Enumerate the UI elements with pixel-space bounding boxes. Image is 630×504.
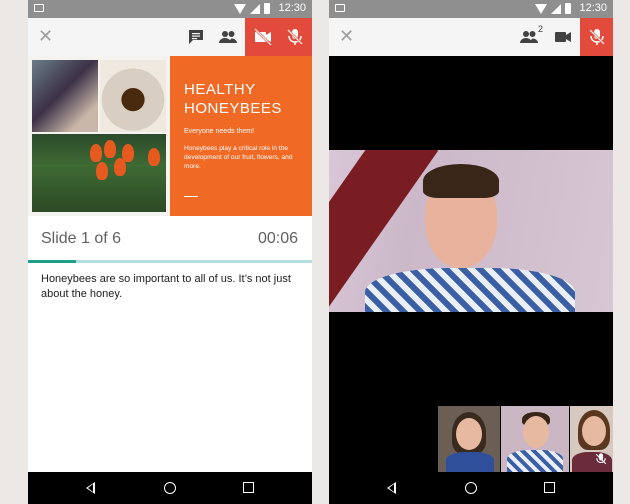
participant-thumbnail-3[interactable]: [570, 406, 613, 472]
participants-count-badge: 2: [538, 24, 544, 34]
muted-controls: [580, 18, 613, 56]
status-bar: 12:30: [329, 0, 613, 18]
home-icon[interactable]: [164, 482, 176, 494]
slide-divider: [184, 196, 198, 197]
close-icon[interactable]: ✕: [339, 26, 354, 46]
slide-photo-collage: [28, 56, 170, 216]
people-icon[interactable]: [519, 27, 539, 47]
presentation-timer: 00:06: [257, 230, 298, 247]
slide-text-panel: HEALTHY HONEYBEES Everyone needs them! H…: [170, 56, 312, 216]
status-time: 12:30: [278, 2, 306, 14]
back-icon[interactable]: [387, 482, 396, 494]
mic-off-icon[interactable]: [587, 27, 607, 47]
mic-off-icon: [595, 453, 607, 465]
speaker-notes: Honeybees are so important to all of us.…: [41, 273, 291, 300]
videocam-icon[interactable]: [553, 27, 573, 47]
grapes-photo: [32, 60, 98, 132]
slide-subtitle: Everyone needs them!: [184, 128, 255, 135]
status-bar: 12:30: [28, 0, 312, 18]
android-nav-bar: [329, 472, 613, 504]
battery-icon: [565, 3, 571, 14]
battery-icon: [264, 3, 270, 14]
back-icon[interactable]: [86, 482, 95, 494]
slide-preview: HEALTHY HONEYBEES Everyone needs them! H…: [28, 56, 312, 216]
presentation-phone: 12:30 ✕ HEALTHY HONEYBEES Everyone needs…: [28, 0, 312, 504]
recent-apps-icon[interactable]: [243, 482, 254, 493]
android-nav-bar: [28, 472, 312, 504]
muted-controls: [245, 18, 312, 56]
chat-icon[interactable]: [186, 27, 206, 47]
people-icon[interactable]: [218, 27, 238, 47]
slide-title: HEALTHY HONEYBEES: [184, 81, 282, 117]
slide-progress-bar: [28, 260, 312, 263]
honey-photo: [100, 60, 166, 132]
wifi-icon: [234, 3, 246, 14]
home-icon[interactable]: [465, 482, 477, 494]
slide-body: Honeybees play a critical role in the de…: [184, 145, 293, 170]
notification-icon: [335, 4, 345, 12]
wifi-icon: [535, 3, 547, 14]
slide-progress-fill: [28, 260, 77, 263]
recent-apps-icon[interactable]: [544, 482, 555, 493]
status-time: 12:30: [579, 2, 607, 14]
main-video-feed[interactable]: [329, 150, 613, 312]
participant-thumbnail-1[interactable]: [438, 406, 500, 472]
signal-icon: [250, 3, 260, 14]
call-toolbar: ✕ 2: [329, 18, 613, 56]
notification-icon: [34, 4, 44, 12]
participant-thumbnail-2[interactable]: [501, 406, 569, 472]
video-off-icon[interactable]: [253, 27, 273, 47]
tulips-photo: [32, 134, 166, 212]
call-toolbar: ✕: [28, 18, 312, 56]
slide-counter: Slide 1 of 6: [41, 230, 122, 247]
close-icon[interactable]: ✕: [38, 26, 53, 46]
mic-off-icon[interactable]: [285, 27, 305, 47]
signal-icon: [551, 3, 561, 14]
video-call-phone: 12:30 ✕ 2: [329, 0, 613, 504]
